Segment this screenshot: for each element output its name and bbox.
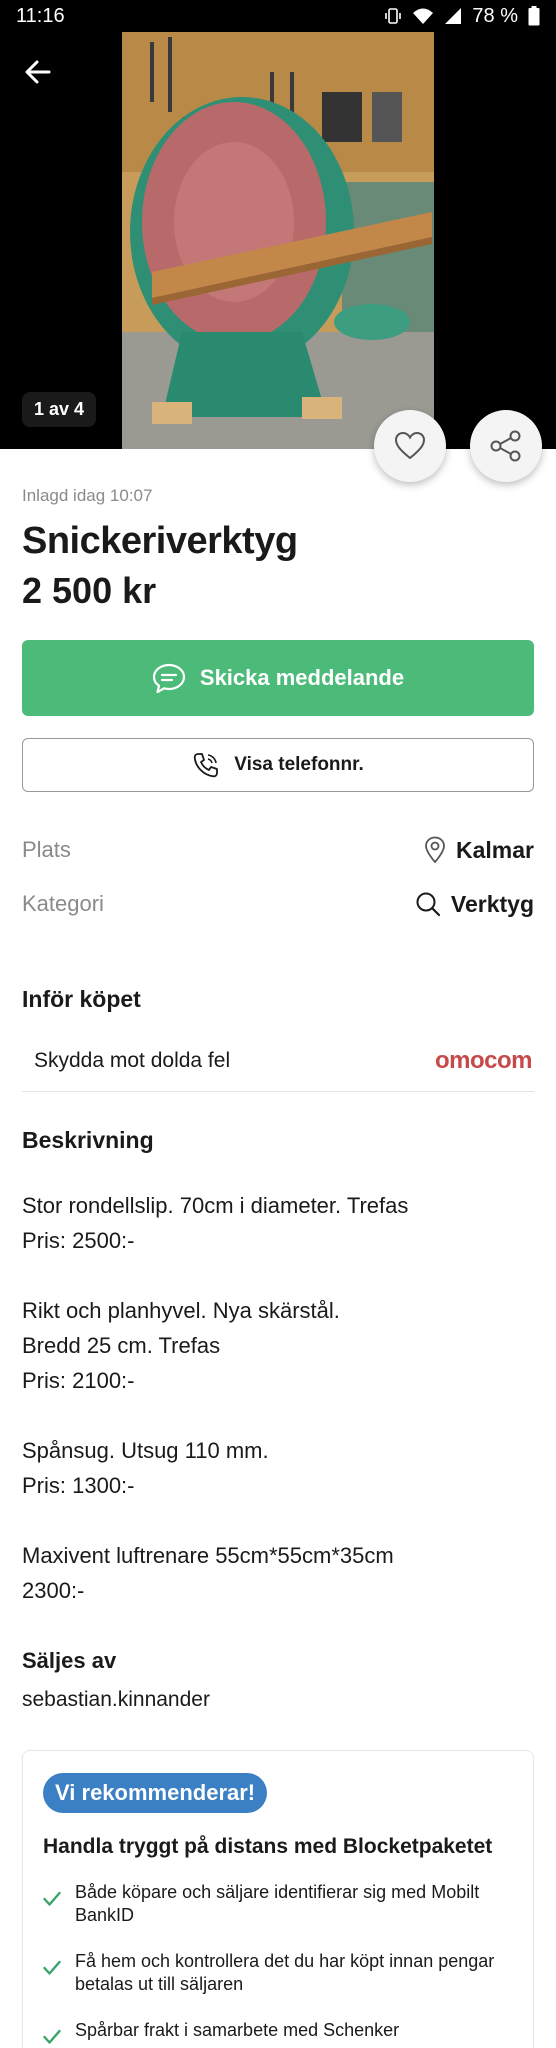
- protection-row[interactable]: Skydda mot dolda fel omocom: [22, 1030, 534, 1092]
- image-gallery[interactable]: 1 av 4: [0, 32, 556, 449]
- check-icon: [43, 1891, 61, 1906]
- battery-icon: [528, 6, 540, 26]
- list-item: Spårbar frakt i samarbete med Schenker: [43, 2019, 513, 2045]
- location-row: Plats Kalmar: [22, 830, 534, 870]
- description-line: Rikt och planhyvel. Nya skärstål.: [22, 1298, 340, 1323]
- wifi-icon: [413, 8, 434, 24]
- description-line: Pris: 2100:-: [22, 1368, 135, 1393]
- battery-percent: 78 %: [472, 4, 518, 27]
- location-pin-icon: [425, 836, 445, 864]
- location-value-group[interactable]: Kalmar: [424, 836, 534, 864]
- seller-name-link[interactable]: sebastian.kinnander: [22, 1688, 210, 1712]
- status-bar: 11:16 78 %: [0, 0, 556, 32]
- image-counter: 1 av 4: [22, 392, 97, 427]
- description-line: Pris: 2500:-: [22, 1228, 135, 1253]
- send-message-button[interactable]: Skicka meddelande: [22, 640, 534, 716]
- check-icon: [43, 1960, 61, 1975]
- search-icon: [416, 892, 440, 917]
- description-line: Spånsug. Utsug 110 mm.: [22, 1438, 269, 1463]
- recommendation-title: Handla tryggt på distans med Blocketpake…: [43, 1835, 493, 1858]
- category-label: Kategori: [22, 891, 104, 916]
- recommendation-card: Vi rekommenderar! Handla tryggt på dista…: [22, 1750, 534, 2048]
- description-line: Bredd 25 cm. Trefas: [22, 1333, 221, 1358]
- description-line: Maxivent luftrenare 55cm*55cm*35cm: [22, 1543, 394, 1568]
- phone-icon: [194, 753, 219, 778]
- description-paragraph: Stor rondellslip. 70cm i diameter. Trefa…: [22, 1188, 534, 1258]
- location-label: Plats: [22, 837, 71, 862]
- signal-icon: [445, 8, 462, 24]
- listing-photo[interactable]: [122, 32, 434, 449]
- description-paragraph: Rikt och planhyvel. Nya skärstål. Bredd …: [22, 1293, 534, 1398]
- description-paragraph: Spånsug. Utsug 110 mm. Pris: 1300:-: [22, 1433, 534, 1503]
- share-icon: [490, 430, 521, 462]
- category-value-group[interactable]: Verktyg: [415, 891, 534, 918]
- description-line: 2300:-: [22, 1578, 85, 1603]
- status-icons: 78 %: [384, 5, 540, 28]
- vibrate-icon: [385, 8, 402, 24]
- list-item-text: Både köpare och säljare identifierar sig…: [75, 1882, 480, 1925]
- before-purchase-heading: Inför köpet: [22, 986, 141, 1012]
- check-icon: [43, 2029, 61, 2044]
- list-item-text: Få hem och kontrollera det du har köpt i…: [75, 1951, 495, 1994]
- category-row: Kategori Verktyg: [22, 884, 534, 924]
- status-time: 11:16: [16, 4, 65, 27]
- recommendation-badge: Vi rekommenderar!: [43, 1773, 268, 1813]
- list-item-text: Spårbar frakt i samarbete med Schenker: [75, 2020, 400, 2040]
- chat-bubble-icon: [152, 663, 185, 694]
- arrow-left-icon: [25, 60, 51, 84]
- favorite-button[interactable]: [374, 410, 446, 482]
- listing-title: Snickeriverktyg: [22, 520, 298, 562]
- protection-text: Skydda mot dolda fel: [34, 1048, 231, 1072]
- seller-heading: Säljes av: [22, 1648, 117, 1673]
- listing-price: 2 500 kr: [22, 570, 157, 611]
- category-value: Verktyg: [450, 890, 534, 917]
- show-phone-label: Visa telefonnr.: [234, 754, 364, 775]
- omocom-logo: omocom: [435, 1047, 534, 1075]
- share-button[interactable]: [470, 410, 542, 482]
- description-heading: Beskrivning: [22, 1127, 154, 1153]
- send-message-label: Skicka meddelande: [199, 665, 405, 690]
- posted-time: Inlagd idag 10:07: [22, 486, 153, 505]
- description-line: Stor rondellslip. 70cm i diameter. Trefa…: [22, 1193, 409, 1218]
- omocom-logo-text: omocom: [434, 1046, 533, 1074]
- description-paragraph: Maxivent luftrenare 55cm*55cm*35cm 2300:…: [22, 1538, 534, 1608]
- description-body: Stor rondellslip. 70cm i diameter. Trefa…: [22, 1188, 534, 1643]
- back-button[interactable]: [20, 54, 56, 90]
- recommendation-list: Både köpare och säljare identifierar sig…: [43, 1881, 513, 2048]
- show-phone-button[interactable]: Visa telefonnr.: [22, 738, 534, 792]
- list-item: Få hem och kontrollera det du har köpt i…: [43, 1950, 513, 1996]
- heart-icon: [394, 431, 426, 460]
- description-line: Pris: 1300:-: [22, 1473, 135, 1498]
- list-item: Både köpare och säljare identifierar sig…: [43, 1881, 513, 1927]
- location-value: Kalmar: [456, 836, 534, 863]
